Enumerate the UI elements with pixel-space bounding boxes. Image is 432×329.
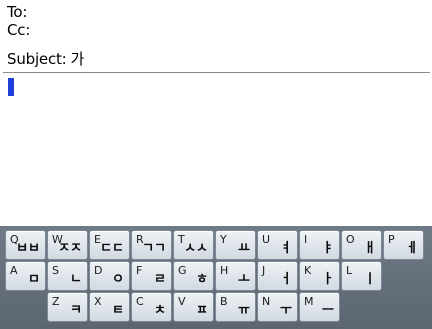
key-hangul-label: ㅔ (406, 241, 418, 256)
key-z[interactable]: Zㅋ (47, 292, 88, 322)
key-c[interactable]: Cㅊ (131, 292, 172, 322)
key-latin-label: J (262, 264, 266, 277)
key-hangul-label: ㅌ (112, 303, 124, 318)
key-latin-label: Y (220, 233, 227, 246)
key-hangul-label: ㅑ (322, 241, 334, 256)
key-s[interactable]: Sㄴ (47, 261, 88, 291)
key-hangul-label: ㅋ (70, 303, 82, 318)
key-latin-label: P (388, 233, 395, 246)
to-field[interactable]: To: (7, 3, 31, 21)
key-latin-label: V (178, 295, 186, 308)
key-hangul-label: ㄷㄷ (100, 241, 124, 256)
key-hangul-label: ㄱㄱ (142, 241, 166, 256)
key-latin-label: N (262, 295, 271, 308)
key-t[interactable]: T ㅅㅅ (173, 230, 214, 260)
key-hangul-label: ㅕ (280, 241, 292, 256)
key-p[interactable]: Pㅔ (383, 230, 424, 260)
key-d[interactable]: Dㅇ (89, 261, 130, 291)
key-hangul-label: ㅊ (154, 303, 166, 318)
message-body-field[interactable] (3, 74, 429, 224)
key-latin-label: M (304, 295, 314, 308)
key-v[interactable]: Vㅍ (173, 292, 214, 322)
key-latin-label: F (136, 264, 143, 277)
key-hangul-label: ㅐ (364, 241, 376, 256)
key-hangul-label: ㅡ (322, 303, 334, 318)
key-hangul-label: ㅎ (196, 272, 208, 287)
key-latin-label: H (220, 264, 229, 277)
key-latin-label: I (304, 233, 308, 246)
key-hangul-label: ㅜ (280, 303, 292, 318)
cc-field[interactable]: Cc: (7, 21, 34, 39)
key-i[interactable]: Iㅑ (299, 230, 340, 260)
key-j[interactable]: Jㅓ (257, 261, 298, 291)
key-y[interactable]: Yㅛ (215, 230, 256, 260)
subject-field[interactable]: Subject: 가 (7, 50, 84, 68)
key-hangul-label: ㅇ (112, 272, 124, 287)
key-latin-label: A (10, 264, 18, 277)
key-hangul-label: ㅏ (322, 272, 334, 287)
key-hangul-label: ㅅㅅ (184, 241, 208, 256)
subject-label: Subject: (7, 50, 67, 68)
key-latin-label: G (178, 264, 187, 277)
key-latin-label: S (52, 264, 59, 277)
to-label: To: (7, 3, 28, 21)
key-f[interactable]: Fㄹ (131, 261, 172, 291)
key-hangul-label: ㅍ (196, 303, 208, 318)
header-separator (3, 72, 430, 73)
key-latin-label: B (220, 295, 228, 308)
key-latin-label: K (304, 264, 312, 277)
key-n[interactable]: Nㅜ (257, 292, 298, 322)
key-hangul-label: ㄴ (70, 272, 82, 287)
key-r[interactable]: R ㄱㄱ (131, 230, 172, 260)
key-hangul-label: ㅓ (280, 272, 292, 287)
key-latin-label: C (136, 295, 144, 308)
key-q[interactable]: Q ㅂㅂ (5, 230, 46, 260)
key-hangul-label: ㅂㅂ (16, 241, 40, 256)
key-hangul-label: ㅈㅈ (58, 241, 82, 256)
cc-label: Cc: (7, 21, 31, 39)
key-o[interactable]: Oㅐ (341, 230, 382, 260)
key-latin-label: O (346, 233, 355, 246)
key-hangul-label: ㅠ (238, 303, 250, 318)
key-hangul-label: ㅗ (238, 272, 250, 287)
virtual-keyboard: Q ㅂㅂ W ㅈㅈ E ㄷㄷ R ㄱㄱ T ㅅㅅ Y ㅛ U ㅕ I ㅑ O ㅐ P ㅔ A ㅁ S ㄴ D ㅇ F ㄹ G ㅎ H ㅗ J ㅓ K… (0, 226, 432, 329)
key-latin-label: X (94, 295, 102, 308)
key-hangul-label: ㄹ (154, 272, 166, 287)
key-b[interactable]: Bㅠ (215, 292, 256, 322)
subject-value[interactable]: 가 (71, 50, 85, 68)
key-m[interactable]: Mㅡ (299, 292, 340, 322)
key-e[interactable]: E ㄷㄷ (89, 230, 130, 260)
key-k[interactable]: Kㅏ (299, 261, 340, 291)
key-hangul-label: ㅛ (238, 241, 250, 256)
key-latin-label: Z (52, 295, 60, 308)
key-g[interactable]: Gㅎ (173, 261, 214, 291)
key-latin-label: U (262, 233, 271, 246)
text-cursor (8, 78, 14, 96)
key-hangul-label: ㅣ (364, 272, 376, 287)
key-latin-label: L (346, 264, 353, 277)
key-w[interactable]: W ㅈㅈ (47, 230, 88, 260)
key-hangul-label: ㅁ (28, 272, 40, 287)
compose-screen: To: Cc: Subject: 가 (0, 0, 432, 226)
key-x[interactable]: Xㅌ (89, 292, 130, 322)
key-u[interactable]: Uㅕ (257, 230, 298, 260)
key-a[interactable]: Aㅁ (5, 261, 46, 291)
key-latin-label: D (94, 264, 103, 277)
key-h[interactable]: Hㅗ (215, 261, 256, 291)
key-l[interactable]: Lㅣ (341, 261, 382, 291)
